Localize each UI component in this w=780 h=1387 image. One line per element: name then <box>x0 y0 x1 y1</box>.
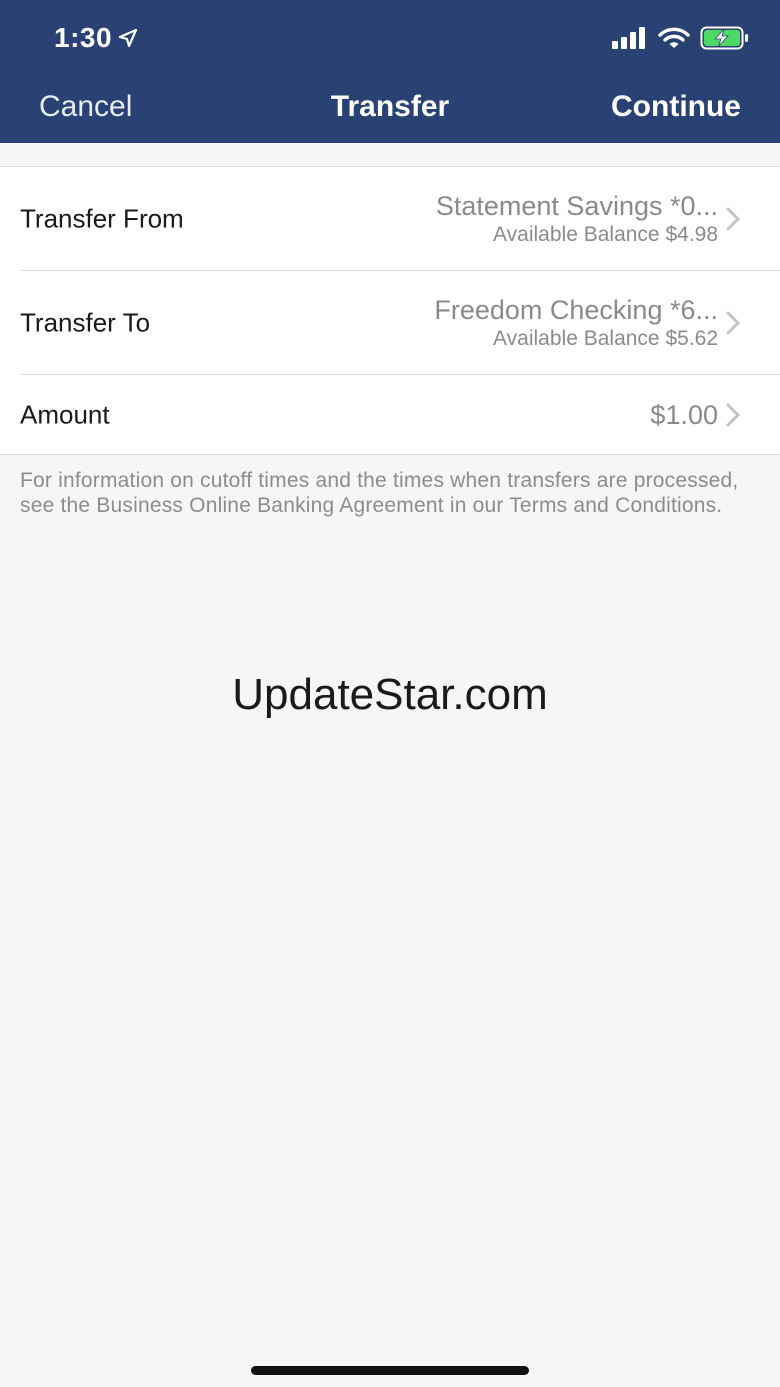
chevron-right-icon <box>726 207 740 231</box>
amount-value: $1.00 <box>650 399 718 430</box>
home-indicator[interactable] <box>251 1366 529 1375</box>
status-icons <box>612 26 750 50</box>
transfer-to-values: Freedom Checking *6... Available Balance… <box>434 294 718 352</box>
location-arrow-icon <box>118 28 138 48</box>
transfer-from-label: Transfer From <box>20 203 184 234</box>
status-bar: 1:30 <box>0 0 780 78</box>
amount-row[interactable]: Amount $1.00 <box>0 375 780 454</box>
transfer-to-label: Transfer To <box>20 307 151 338</box>
continue-button[interactable]: Continue <box>611 90 741 124</box>
watermark: UpdateStar.com <box>232 670 548 719</box>
chevron-right-icon <box>726 403 740 426</box>
chevron-right-icon <box>726 311 740 335</box>
amount-values: $1.00 <box>650 399 718 431</box>
transfer-from-account: Statement Savings *0... <box>435 191 718 221</box>
transfer-form: Transfer From Statement Savings *0... Av… <box>0 166 780 455</box>
nav-bar: Cancel Transfer Continue <box>0 78 780 143</box>
status-time-text: 1:30 <box>54 22 113 53</box>
transfer-to-balance: Available Balance $5.62 <box>493 327 718 350</box>
transfer-from-values: Statement Savings *0... Available Balanc… <box>436 190 718 248</box>
transfer-from-row[interactable]: Transfer From Statement Savings *0... Av… <box>0 167 780 271</box>
status-time: 1:30 <box>54 22 138 54</box>
app-header: 1:30 Cancel Transfer Continue <box>0 0 780 143</box>
amount-label: Amount <box>20 399 110 429</box>
cellular-signal-icon <box>612 27 645 49</box>
transfer-from-balance: Available Balance $4.98 <box>493 223 718 246</box>
wifi-icon <box>658 27 690 48</box>
cutoff-info-text: For information on cutoff times and the … <box>20 469 739 517</box>
battery-charging-icon <box>700 26 748 50</box>
transfer-to-row[interactable]: Transfer To Freedom Checking *6... Avail… <box>0 271 780 375</box>
transfer-to-account: Freedom Checking *6... <box>434 295 718 325</box>
